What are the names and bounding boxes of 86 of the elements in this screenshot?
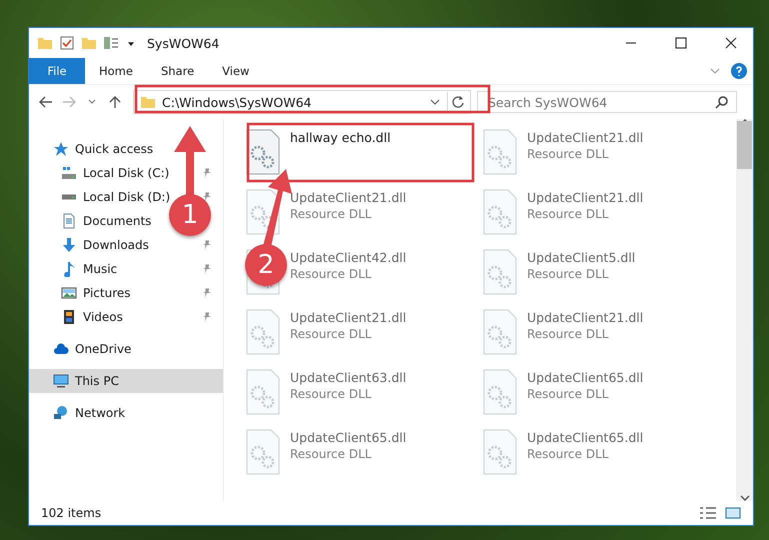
navigation-item[interactable]: This PC	[75, 374, 119, 388]
help-icon[interactable]	[731, 63, 747, 79]
file-type: Resource DLL	[290, 387, 372, 401]
navigation-item[interactable]: OneDrive	[75, 342, 132, 356]
window-title: SysWOW64	[147, 36, 220, 50]
large-icons-view-icon[interactable]	[725, 506, 741, 520]
address-bar[interactable]: C:\Windows\SysWOW64	[133, 90, 471, 114]
down-arrow-icon	[61, 237, 77, 253]
minimize-icon	[626, 42, 636, 44]
scrollbar-thumb[interactable]	[737, 121, 752, 169]
drive-icon	[61, 194, 77, 200]
network-icon	[53, 405, 69, 421]
file-name[interactable]: UpdateClient21.dll	[290, 310, 406, 325]
pin-icon	[201, 263, 213, 275]
checkmark-icon	[59, 35, 75, 51]
monitor-icon	[53, 373, 69, 389]
drive-icon	[61, 165, 77, 181]
scroll-down-icon[interactable]	[740, 495, 750, 501]
dll-file-icon	[483, 249, 517, 295]
item-count: 102 items	[41, 506, 102, 520]
dll-file-icon	[246, 309, 280, 355]
dll-file-icon	[483, 129, 517, 175]
star-icon	[53, 141, 69, 157]
file-name[interactable]: UpdateClient65.dll	[527, 430, 644, 445]
cloud-icon	[53, 341, 69, 357]
navigation-item[interactable]: Videos	[83, 310, 123, 324]
ribbon-tab[interactable]: Share	[146, 58, 208, 84]
folder-icon	[37, 35, 53, 51]
scrollbar[interactable]	[736, 119, 753, 501]
file-name[interactable]: UpdateClient21.dll	[527, 310, 644, 325]
maximize-icon	[675, 37, 687, 49]
navigation-item[interactable]: Network	[75, 406, 126, 420]
navigation-item[interactable]: Downloads	[83, 238, 149, 252]
dll-file-icon	[483, 309, 517, 355]
pin-icon	[201, 191, 213, 203]
file-name[interactable]: UpdateClient21.dll	[527, 190, 644, 205]
up-arrow-icon	[108, 95, 120, 109]
dll-file-icon	[246, 129, 280, 175]
file-type: Resource DLL	[527, 447, 610, 461]
file-name[interactable]: UpdateClient42.dll	[290, 250, 406, 265]
file-name[interactable]: UpdateClient65.dll	[290, 430, 406, 445]
file-type: Resource DLL	[527, 207, 610, 221]
navigation-item[interactable]: Local Disk (C:)	[83, 166, 170, 180]
file-tab[interactable]: File	[29, 58, 85, 84]
pin-icon	[201, 239, 213, 251]
dll-file-icon	[483, 429, 517, 475]
details-view-icon[interactable]	[699, 506, 717, 520]
file-name[interactable]: UpdateClient63.dll	[290, 370, 406, 385]
folder-icon	[140, 94, 156, 110]
navigation-item[interactable]: Local Disk (D:)	[83, 190, 170, 204]
file-name[interactable]: UpdateClient5.dll	[527, 250, 636, 265]
folder-icon	[81, 35, 97, 51]
pin-icon	[201, 311, 213, 323]
file-name[interactable]: UpdateClient65.dll	[527, 370, 644, 385]
pin-icon	[201, 167, 213, 179]
dll-file-icon	[483, 369, 517, 415]
navigation-item[interactable]: Documents	[83, 214, 152, 228]
file-name[interactable]: UpdateClient21.dll	[290, 190, 406, 205]
caret-icon	[88, 99, 96, 105]
selected-navigation-row[interactable]: This PC	[29, 369, 223, 393]
file-type: Resource DLL	[290, 207, 372, 221]
file-type: Resource DLL	[290, 327, 372, 341]
film-icon	[61, 309, 77, 325]
file-type: Resource DLL	[527, 327, 610, 341]
close-icon	[725, 37, 737, 49]
dll-file-icon	[483, 189, 517, 235]
properties-icon	[103, 35, 119, 51]
ribbon-tab[interactable]: View	[208, 58, 264, 84]
address-path: C:\Windows\SysWOW64	[162, 94, 312, 110]
dll-file-icon	[246, 429, 280, 475]
picture-icon	[61, 285, 77, 301]
navigation-item[interactable]: Pictures	[83, 286, 131, 300]
file-type: Resource DLL	[527, 147, 610, 161]
file-name[interactable]: hallway echo.dll	[290, 130, 391, 145]
file-type: Resource DLL	[290, 447, 372, 461]
dll-file-icon	[246, 369, 280, 415]
pin-icon	[201, 287, 213, 299]
file-type: Resource DLL	[527, 267, 610, 281]
file-name[interactable]: UpdateClient21.dll	[527, 130, 644, 145]
search-icon	[715, 95, 729, 109]
navigation-item[interactable]: Quick access	[75, 142, 154, 156]
ribbon-tab[interactable]: Home	[85, 58, 147, 84]
file-type: Resource DLL	[290, 267, 372, 281]
navigation-item[interactable]: Music	[83, 262, 118, 276]
document-icon	[61, 213, 77, 229]
file-type: Resource DLL	[527, 387, 610, 401]
